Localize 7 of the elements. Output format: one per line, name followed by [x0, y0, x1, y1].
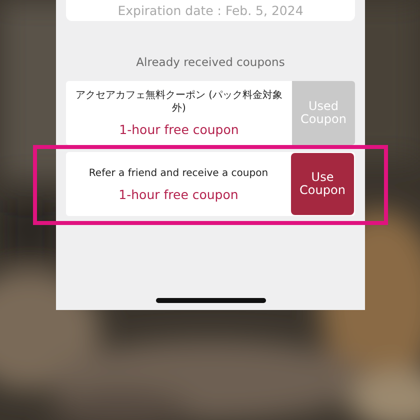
coupon-subtitle: 1-hour free coupon — [119, 122, 239, 137]
expiration-date: Expiration date : Feb. 5, 2024 — [118, 3, 304, 18]
section-title: Already received coupons — [136, 55, 285, 69]
coupon-title: Refer a friend and receive a coupon — [88, 166, 268, 180]
use-coupon-button[interactable]: Use Coupon — [291, 153, 354, 215]
coupon-subtitle: 1-hour free coupon — [118, 186, 238, 202]
coupon-title: アクセアカフェ無料クーポン (パック料金対象外) — [74, 89, 284, 115]
